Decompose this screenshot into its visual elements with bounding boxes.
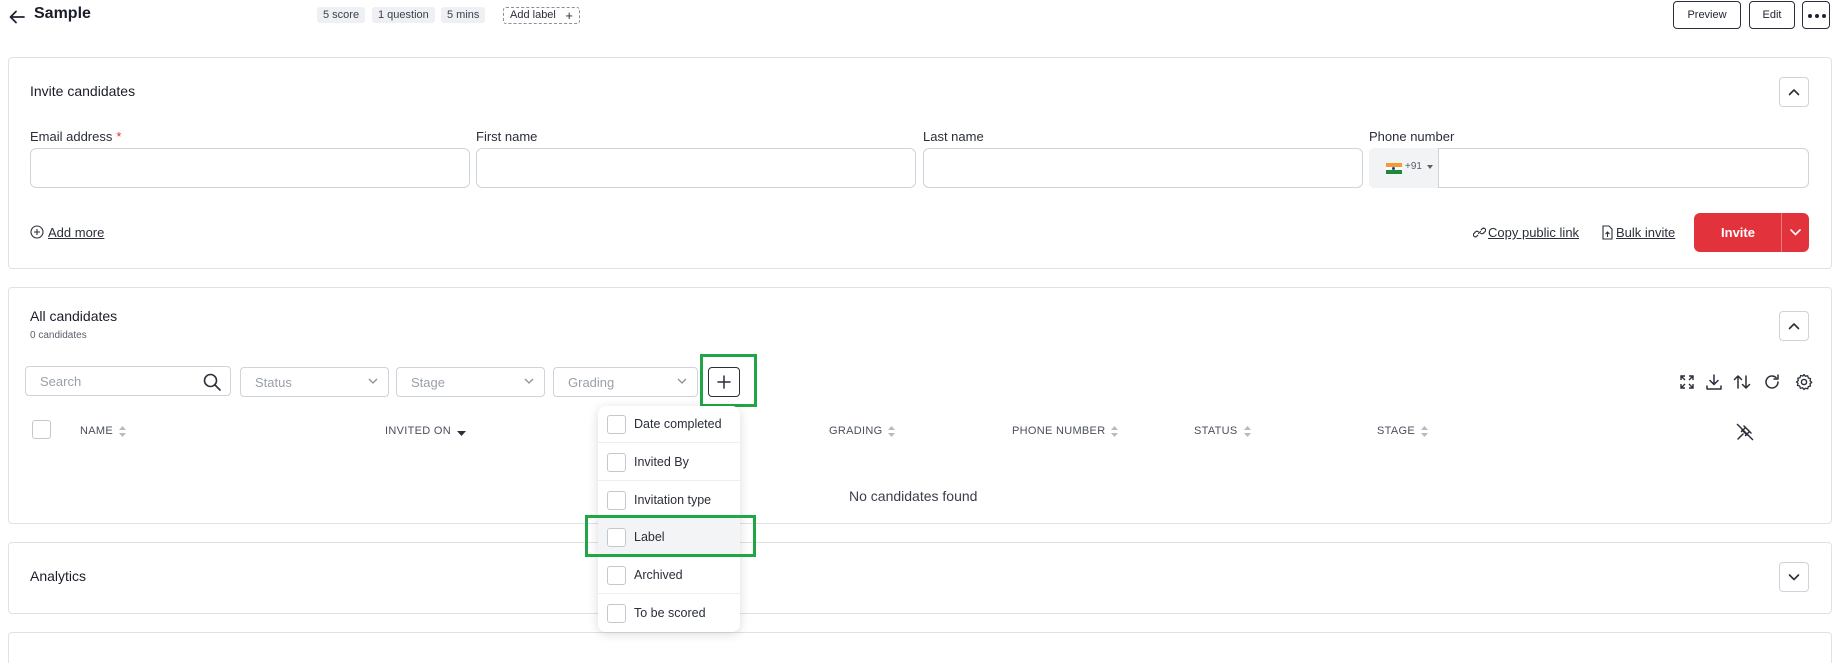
- menu-item-invitation-type[interactable]: Invitation type: [598, 482, 740, 519]
- select-all-checkbox[interactable]: [32, 420, 51, 439]
- invite-button[interactable]: Invite: [1694, 213, 1809, 252]
- collapse-invite-button[interactable]: [1779, 77, 1809, 107]
- grading-filter[interactable]: Grading: [553, 367, 698, 397]
- empty-state-message: No candidates found: [849, 488, 978, 504]
- add-circle-icon: [30, 225, 44, 239]
- checkbox[interactable]: [607, 453, 626, 472]
- chevron-down-icon: [368, 378, 378, 384]
- first-name-field[interactable]: [476, 148, 916, 188]
- menu-item-invited-by[interactable]: Invited By: [598, 444, 740, 481]
- link-icon: [1473, 226, 1486, 239]
- checkbox[interactable]: [607, 566, 626, 585]
- download-icon[interactable]: [1704, 372, 1724, 392]
- last-name-field[interactable]: [923, 148, 1363, 188]
- checkbox[interactable]: [607, 491, 626, 510]
- column-header-status[interactable]: STATUS: [1194, 425, 1251, 437]
- column-chooser-menu: Date completed Invited By Invitation typ…: [598, 406, 740, 632]
- invite-candidates-title: Invite candidates: [30, 83, 136, 99]
- last-name-label: Last name: [923, 129, 984, 144]
- column-header-invited-on[interactable]: INVITED ON: [385, 425, 466, 437]
- checkbox[interactable]: [607, 415, 626, 434]
- settings-gear-icon[interactable]: [1794, 372, 1814, 392]
- chevron-down-icon: [677, 378, 687, 384]
- first-name-label: First name: [476, 129, 538, 144]
- chevron-down-icon: [1427, 165, 1433, 169]
- all-candidates-title: All candidates: [30, 308, 118, 324]
- invite-button-label: Invite: [1721, 225, 1755, 240]
- menu-item-to-be-scored[interactable]: To be scored: [598, 595, 740, 632]
- menu-item-date-completed[interactable]: Date completed: [598, 406, 740, 443]
- sort-arrows-icon: [1111, 425, 1119, 437]
- pin-columns-icon[interactable]: [1735, 422, 1755, 442]
- email-label: Email address *: [30, 129, 122, 144]
- chevron-down-icon: [1790, 229, 1801, 236]
- stage-filter[interactable]: Stage: [396, 367, 545, 397]
- email-field[interactable]: [30, 148, 470, 188]
- sort-icon[interactable]: [1732, 372, 1752, 392]
- country-code-selector[interactable]: +91: [1369, 148, 1439, 188]
- expand-icon[interactable]: [1677, 372, 1697, 392]
- column-header-phone-number[interactable]: PHONE NUMBER: [1012, 425, 1119, 437]
- duration-chip: 5 mins: [441, 7, 486, 23]
- question-count-chip: 1 question: [372, 7, 435, 23]
- edit-button[interactable]: Edit: [1749, 1, 1795, 29]
- menu-item-archived[interactable]: Archived: [598, 557, 740, 594]
- score-chip: 5 score: [317, 7, 366, 23]
- status-filter[interactable]: Status: [240, 367, 389, 397]
- add-column-button[interactable]: [708, 367, 740, 397]
- phone-code-text: +91: [1405, 161, 1422, 172]
- refresh-icon[interactable]: [1762, 372, 1782, 392]
- checkbox[interactable]: [607, 528, 626, 547]
- sort-arrows-icon: [1243, 425, 1251, 437]
- bulk-invite-link[interactable]: Bulk invite: [1616, 225, 1675, 240]
- analytics-title: Analytics: [30, 568, 87, 584]
- next-panel: [8, 632, 1832, 663]
- add-label-text: Add label: [510, 9, 556, 21]
- phone-number-label: Phone number: [1369, 129, 1455, 144]
- page-title: Sample: [34, 5, 91, 22]
- back-arrow-icon[interactable]: [6, 6, 28, 28]
- expand-analytics-button[interactable]: [1779, 562, 1809, 592]
- column-header-stage[interactable]: STAGE: [1377, 425, 1428, 437]
- sort-arrows-icon: [1420, 425, 1428, 437]
- chevron-down-icon: [524, 378, 534, 384]
- sort-arrows-icon: [118, 425, 126, 437]
- copy-public-link[interactable]: Copy public link: [1488, 225, 1579, 240]
- sort-desc-icon: [456, 430, 466, 436]
- checkbox[interactable]: [607, 604, 626, 623]
- upload-file-icon: [1601, 225, 1614, 240]
- india-flag-icon: [1386, 163, 1402, 174]
- menu-item-label[interactable]: Label: [598, 519, 740, 556]
- sort-arrows-icon: [888, 425, 896, 437]
- plus-icon: +: [565, 8, 573, 23]
- preview-button[interactable]: Preview: [1673, 1, 1741, 29]
- add-more-link[interactable]: Add more: [48, 225, 104, 240]
- analytics-panel: [8, 542, 1832, 614]
- plus-icon: [717, 375, 731, 389]
- column-header-name[interactable]: NAME: [80, 425, 126, 437]
- collapse-candidates-button[interactable]: [1779, 311, 1809, 341]
- add-label-button[interactable]: Add label +: [503, 7, 580, 24]
- candidate-count: 0 candidates: [30, 330, 87, 341]
- column-header-grading[interactable]: GRADING: [829, 425, 896, 437]
- search-input[interactable]: Search: [25, 366, 231, 396]
- more-options-button[interactable]: [1802, 1, 1830, 29]
- search-icon: [203, 373, 221, 391]
